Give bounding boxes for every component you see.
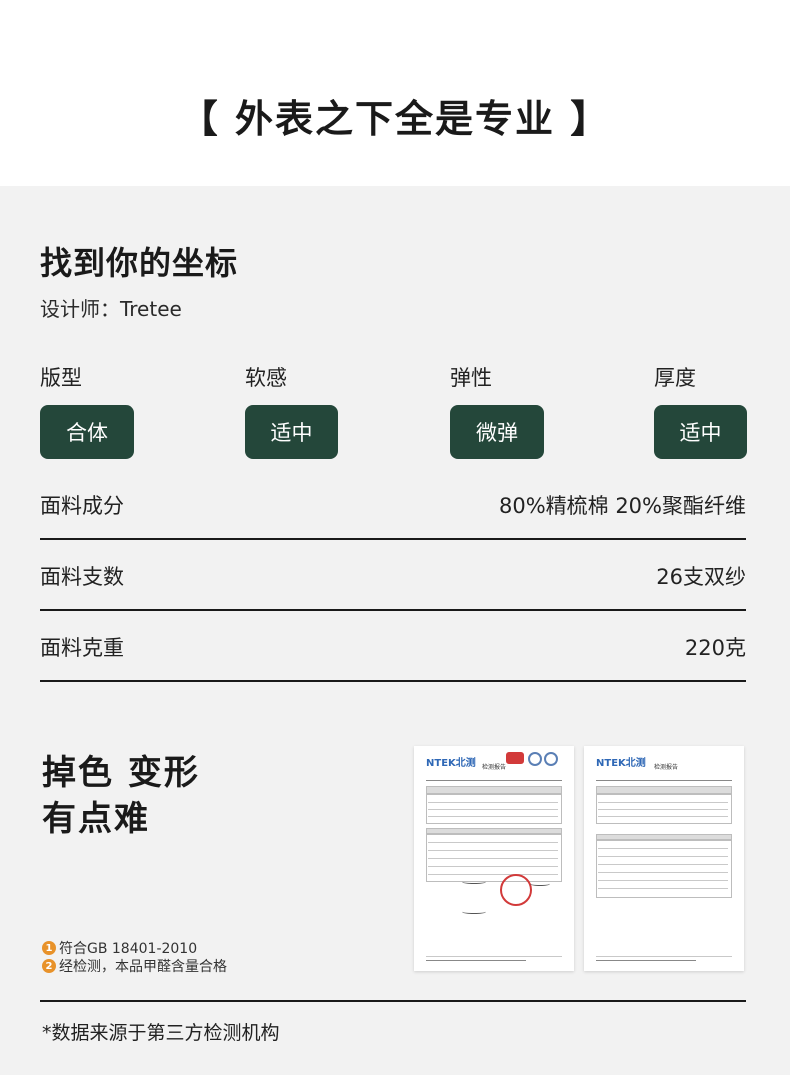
test-headline-line2: 有点难 xyxy=(42,799,150,839)
report-logo: NTEK北测 xyxy=(426,758,476,769)
attr-label-elasticity: 弹性 xyxy=(450,366,492,390)
report-rule xyxy=(428,816,558,817)
report-rule xyxy=(598,872,728,873)
spec-row-composition: 面料成分 80%精梳棉 20%聚酯纤维 xyxy=(40,468,746,540)
note-text: 经检测，本品甲醛含量合格 xyxy=(59,959,227,975)
report-rule xyxy=(428,802,558,803)
report-rule xyxy=(428,866,558,867)
report-seal-icon xyxy=(500,874,532,906)
signature-icon xyxy=(462,908,486,914)
test-report-image-2: NTEK北测 检测报告 xyxy=(584,746,744,971)
report-rule xyxy=(598,856,728,857)
data-source-note: *数据来源于第三方检测机构 xyxy=(42,1022,280,1044)
ilac-mark-icon xyxy=(528,752,542,766)
spec-value: 26支双纱 xyxy=(656,565,746,589)
report-rule xyxy=(428,874,558,875)
attr-label-softness: 软感 xyxy=(245,366,287,390)
spec-label: 面料支数 xyxy=(40,565,124,589)
report-rule xyxy=(598,809,728,810)
report-footer-rule xyxy=(596,960,696,961)
report-footer-rule xyxy=(426,960,526,961)
report-rule xyxy=(598,888,728,889)
report-rule xyxy=(428,842,558,843)
signature-icon xyxy=(530,880,550,886)
top-banner: 【 外表之下全是专业 】 xyxy=(0,0,790,186)
attr-label-thickness: 厚度 xyxy=(654,366,696,390)
report-rule xyxy=(596,780,732,781)
spec-label: 面料克重 xyxy=(40,636,124,660)
report-rule xyxy=(428,858,558,859)
report-rule xyxy=(598,816,728,817)
test-headline-line1: 掉色 变形 xyxy=(42,753,200,793)
attr-pill-thickness: 适中 xyxy=(654,405,747,459)
report-table-header xyxy=(596,786,732,794)
note-text: 符合GB 18401-2010 xyxy=(59,941,198,957)
report-rule xyxy=(598,802,728,803)
section-title: 【 外表之下全是专业 】 xyxy=(179,97,611,141)
report-rule xyxy=(598,864,728,865)
test-note-1: 1 符合GB 18401-2010 xyxy=(42,938,197,958)
number-badge: 2 xyxy=(42,959,56,973)
footer-divider xyxy=(40,1000,746,1002)
report-title: 检测报告 xyxy=(482,764,507,771)
attr-pill-elasticity: 微弹 xyxy=(450,405,544,459)
attr-pill-softness: 适中 xyxy=(245,405,338,459)
report-rule xyxy=(426,780,562,781)
product-title: 找到你的坐标 xyxy=(40,244,239,282)
spec-row-weight: 面料克重 220克 xyxy=(40,610,746,682)
report-footer-rule xyxy=(426,956,562,957)
spec-value: 80%精梳棉 20%聚酯纤维 xyxy=(498,494,746,518)
report-table-header xyxy=(426,786,562,794)
cnas-mark-icon xyxy=(544,752,558,766)
report-rule xyxy=(598,880,728,881)
spec-label: 面料成分 xyxy=(40,494,124,518)
attr-pill-fit: 合体 xyxy=(40,405,134,459)
report-rule xyxy=(428,809,558,810)
report-footer-rule xyxy=(596,956,732,957)
cma-mark-icon xyxy=(506,752,524,764)
report-logo: NTEK北测 xyxy=(596,758,646,769)
attr-label-fit: 版型 xyxy=(40,366,82,390)
number-badge: 1 xyxy=(42,941,56,955)
signature-icon xyxy=(462,878,486,884)
test-note-2: 2 经检测，本品甲醛含量合格 xyxy=(42,956,227,976)
report-title: 检测报告 xyxy=(654,764,679,771)
spec-row-yarn-count: 面料支数 26支双纱 xyxy=(40,539,746,611)
designer-label: 设计师：Tretee xyxy=(40,297,182,321)
spec-value: 220克 xyxy=(684,636,746,660)
report-rule xyxy=(428,850,558,851)
test-report-image-1: NTEK北测 检测报告 xyxy=(414,746,574,971)
report-rule xyxy=(598,848,728,849)
